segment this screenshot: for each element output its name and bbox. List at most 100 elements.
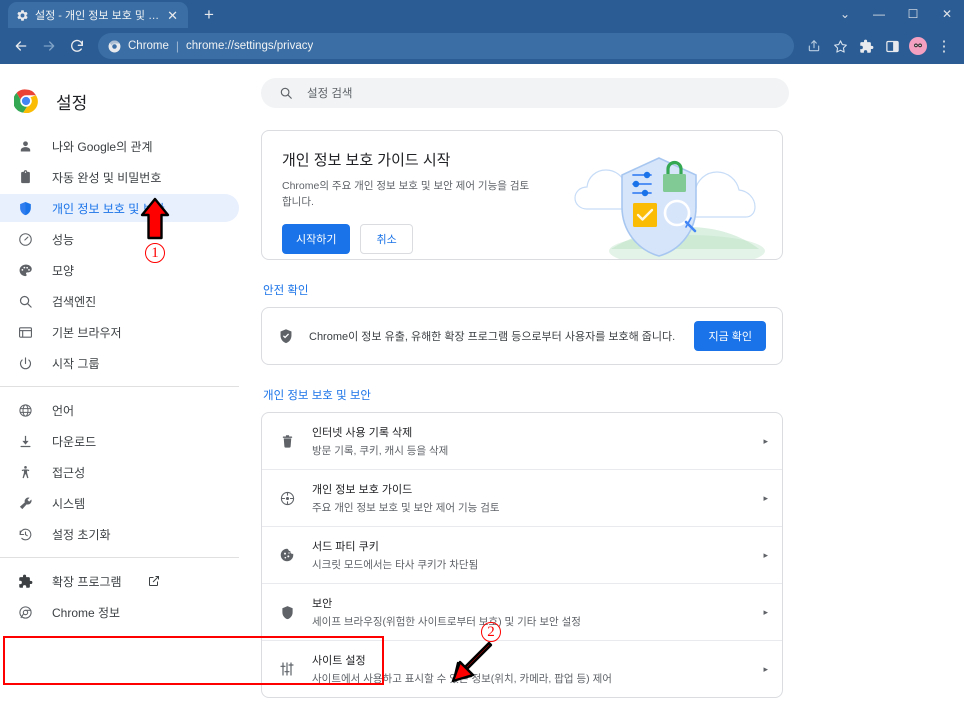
sidebar-item-default-browser[interactable]: 기본 브라우저 bbox=[0, 318, 239, 346]
chevron-right-icon: ▸ bbox=[763, 663, 768, 674]
privacy-guide-text: 개인 정보 보호 가이드 시작 Chrome의 주요 개인 정보 보호 및 보안… bbox=[262, 131, 567, 259]
start-guide-button[interactable]: 시작하기 bbox=[282, 223, 351, 254]
sidebar-item-label: 성능 bbox=[52, 232, 75, 247]
search-icon bbox=[17, 293, 34, 310]
star-icon[interactable] bbox=[828, 34, 852, 58]
sidebar-item-search-engine[interactable]: 검색엔진 bbox=[0, 287, 239, 315]
privacy-guide-icon bbox=[278, 489, 296, 507]
safety-check-card: Chrome이 정보 유출, 유해한 확장 프로그램 등으로부터 사용자를 보호… bbox=[261, 307, 783, 365]
sidebar-nav-secondary: 언어 다운로드 접근성 시스템 설정 초기화 bbox=[0, 396, 255, 548]
omnibox-separator: | bbox=[175, 39, 180, 53]
sidebar-item-google[interactable]: 나와 Google의 관계 bbox=[0, 132, 239, 160]
sidebar-item-autofill[interactable]: 자동 완성 및 비밀번호 bbox=[0, 163, 239, 191]
setting-row-body: 인터넷 사용 기록 삭제 방문 기록, 쿠키, 캐시 등을 삭제 bbox=[312, 424, 740, 458]
reload-icon[interactable] bbox=[64, 33, 90, 59]
browser-tab[interactable]: 설정 - 개인 정보 보호 및 보안 ✕ bbox=[8, 2, 188, 28]
sidebar-item-appearance[interactable]: 모양 bbox=[0, 256, 239, 284]
settings-gear-icon bbox=[16, 9, 29, 22]
sidebar-item-label: 기본 브라우저 bbox=[52, 325, 122, 340]
sidebar-item-label: 나와 Google의 관계 bbox=[52, 139, 153, 154]
shield-check-icon bbox=[278, 328, 295, 345]
search-input[interactable]: 설정 검색 bbox=[261, 78, 789, 108]
tab-close-icon[interactable]: ✕ bbox=[165, 9, 180, 22]
chrome-menu-icon[interactable]: ⋮ bbox=[932, 34, 956, 58]
privacy-guide-description: Chrome의 주요 개인 정보 보호 및 보안 제어 기능을 검토합니다. bbox=[282, 180, 530, 209]
address-bar[interactable]: Chrome | chrome://settings/privacy bbox=[98, 33, 794, 59]
privacy-shield-illustration bbox=[567, 131, 782, 259]
sidebar-item-label: 자동 완성 및 비밀번호 bbox=[52, 170, 162, 185]
check-now-button[interactable]: 지금 확인 bbox=[694, 321, 766, 351]
sidebar-item-label: 시작 그룹 bbox=[52, 356, 100, 371]
setting-row-site-settings[interactable]: 사이트 설정 사이트에서 사용하고 표시할 수 있는 정보(위치, 카메라, 팝… bbox=[262, 641, 782, 697]
setting-row-security[interactable]: 보안 세이프 브라우징(위험한 사이트로부터 보호) 및 기타 보안 설정 ▸ bbox=[262, 584, 782, 641]
annotation-marker-2: 2 bbox=[481, 622, 501, 642]
sidebar-item-accessibility[interactable]: 접근성 bbox=[0, 458, 239, 486]
sidebar-item-label: Chrome 정보 bbox=[52, 605, 121, 620]
tab-search-chevron-icon[interactable]: ⌄ bbox=[828, 0, 862, 28]
sidebar-item-label: 개인 정보 보호 및 보안 bbox=[52, 201, 165, 216]
avatar[interactable] bbox=[906, 34, 930, 58]
setting-row-third-party-cookies[interactable]: 서드 파티 쿠키 시크릿 모드에서는 타사 쿠키가 차단됨 ▸ bbox=[262, 527, 782, 584]
chevron-right-icon: ▸ bbox=[763, 492, 768, 503]
security-shield-icon bbox=[278, 603, 296, 621]
setting-row-body: 사이트 설정 사이트에서 사용하고 표시할 수 있는 정보(위치, 카메라, 팝… bbox=[312, 652, 740, 686]
sidebar-item-label: 설정 초기화 bbox=[52, 527, 111, 542]
clipboard-icon bbox=[17, 169, 34, 186]
chrome-logo-icon bbox=[108, 40, 121, 53]
sidebar-item-about-chrome[interactable]: Chrome 정보 bbox=[0, 598, 239, 626]
share-icon[interactable] bbox=[802, 34, 826, 58]
search-icon bbox=[279, 86, 293, 100]
privacy-guide-card: 개인 정보 보호 가이드 시작 Chrome의 주요 개인 정보 보호 및 보안… bbox=[261, 130, 783, 260]
sidebar-item-downloads[interactable]: 다운로드 bbox=[0, 427, 239, 455]
setting-row-subtitle: 주요 개인 정보 보호 및 보안 제어 기능 검토 bbox=[312, 502, 500, 514]
cancel-guide-button[interactable]: 취소 bbox=[360, 223, 413, 254]
accessibility-icon bbox=[17, 464, 34, 481]
forward-icon[interactable] bbox=[36, 33, 62, 59]
privacy-guide-title: 개인 정보 보호 가이드 시작 bbox=[282, 152, 451, 169]
side-panel-icon[interactable] bbox=[880, 34, 904, 58]
settings-brand: 설정 bbox=[0, 78, 255, 124]
sidebar-item-extensions[interactable]: 확장 프로그램 bbox=[0, 567, 239, 595]
sidebar-divider-1 bbox=[0, 386, 239, 387]
maximize-button[interactable]: ☐ bbox=[896, 0, 930, 28]
sidebar-item-label: 모양 bbox=[52, 263, 75, 278]
setting-row-title: 보안 bbox=[312, 598, 333, 610]
palette-icon bbox=[17, 262, 34, 279]
privacy-section-title: 개인 정보 보호 및 보안 bbox=[263, 390, 371, 402]
wrench-icon bbox=[17, 495, 34, 512]
browser-toolbar: Chrome | chrome://settings/privacy ⋮ bbox=[0, 28, 964, 64]
restore-icon bbox=[17, 526, 34, 543]
annotation-marker-1: 1 bbox=[145, 243, 165, 263]
sidebar-item-languages[interactable]: 언어 bbox=[0, 396, 239, 424]
settings-content: 설정 검색 개인 정보 보호 가이드 시작 Chrome의 주요 개인 정보 보… bbox=[255, 64, 964, 720]
sidebar-item-privacy-security[interactable]: 개인 정보 보호 및 보안 bbox=[0, 194, 239, 222]
setting-row-title: 사이트 설정 bbox=[312, 655, 366, 667]
setting-row-subtitle: 방문 기록, 쿠키, 캐시 등을 삭제 bbox=[312, 445, 449, 457]
puzzle-icon[interactable] bbox=[854, 34, 878, 58]
setting-row-clear-browsing-data[interactable]: 인터넷 사용 기록 삭제 방문 기록, 쿠키, 캐시 등을 삭제 ▸ bbox=[262, 413, 782, 470]
setting-row-body: 개인 정보 보호 가이드 주요 개인 정보 보호 및 보안 제어 기능 검토 bbox=[312, 481, 740, 515]
omnibox-url: chrome://settings/privacy bbox=[186, 40, 314, 52]
chrome-icon bbox=[17, 604, 34, 621]
title-bar: 설정 - 개인 정보 보호 및 보안 ✕ + ⌄ — ☐ ✕ bbox=[0, 0, 964, 28]
sidebar-item-on-startup[interactable]: 시작 그룹 bbox=[0, 349, 239, 377]
chevron-right-icon: ▸ bbox=[763, 606, 768, 617]
minimize-button[interactable]: — bbox=[862, 0, 896, 28]
close-window-button[interactable]: ✕ bbox=[930, 0, 964, 28]
sidebar-item-performance[interactable]: 성능 bbox=[0, 225, 239, 253]
globe-icon bbox=[17, 402, 34, 419]
back-icon[interactable] bbox=[8, 33, 34, 59]
browser-window: 설정 - 개인 정보 보호 및 보안 ✕ + ⌄ — ☐ ✕ Chrome | … bbox=[0, 0, 964, 720]
sidebar-nav-primary: 나와 Google의 관계 자동 완성 및 비밀번호 개인 정보 보호 및 보안 bbox=[0, 132, 255, 377]
setting-row-privacy-guide[interactable]: 개인 정보 보호 가이드 주요 개인 정보 보호 및 보안 제어 기능 검토 ▸ bbox=[262, 470, 782, 527]
sliders-icon bbox=[278, 660, 296, 678]
sidebar-item-reset-settings[interactable]: 설정 초기화 bbox=[0, 520, 239, 548]
setting-row-subtitle: 세이프 브라우징(위험한 사이트로부터 보호) 및 기타 보안 설정 bbox=[312, 616, 581, 628]
sidebar-item-label: 검색엔진 bbox=[52, 294, 97, 309]
setting-row-body: 서드 파티 쿠키 시크릿 모드에서는 타사 쿠키가 차단됨 bbox=[312, 538, 740, 572]
new-tab-button[interactable]: + bbox=[198, 5, 220, 25]
sidebar-item-label: 접근성 bbox=[52, 465, 86, 480]
privacy-guide-buttons: 시작하기 취소 bbox=[282, 223, 567, 254]
sidebar-item-system[interactable]: 시스템 bbox=[0, 489, 239, 517]
cookie-icon bbox=[278, 546, 296, 564]
